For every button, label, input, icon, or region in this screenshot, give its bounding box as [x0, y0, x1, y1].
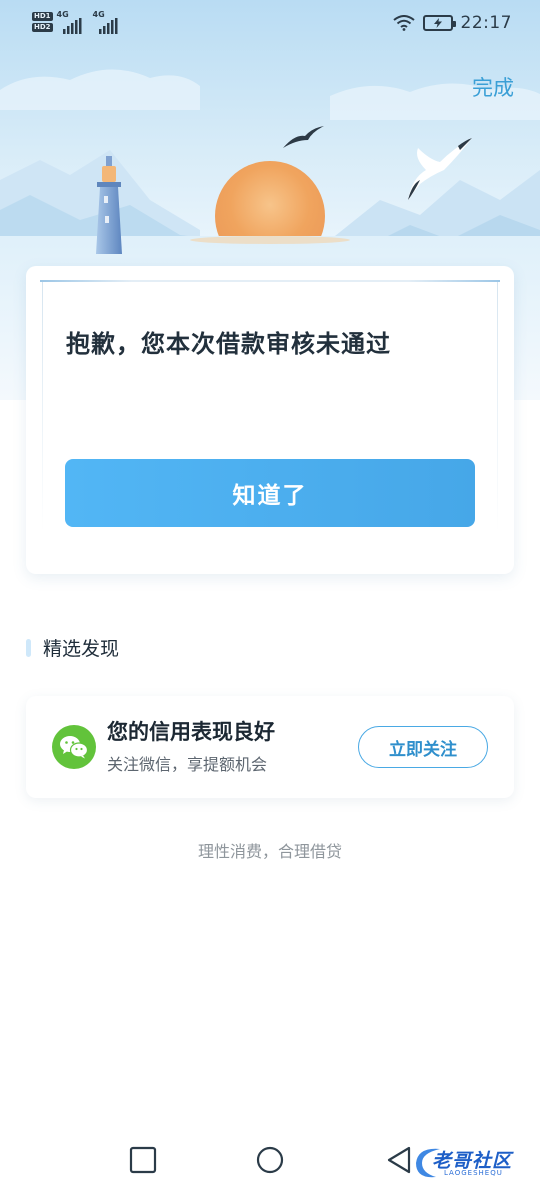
- paper-right-edge: [497, 282, 498, 532]
- promo-title: 您的信用表现良好: [107, 720, 275, 744]
- hd1-tag: HD1: [32, 12, 53, 21]
- paper-left-edge: [42, 282, 43, 532]
- paper-top-edge: [40, 280, 500, 282]
- wifi-icon: [392, 15, 415, 31]
- wechat-icon: [52, 725, 96, 769]
- charging-bolt-icon: [433, 18, 442, 28]
- hd-tags: HD1 HD2: [32, 12, 53, 32]
- status-right-group: 22:17: [392, 13, 513, 33]
- sim-indicators: HD1 HD2 4G 4G: [32, 10, 119, 34]
- result-title: 抱歉，您本次借款审核未通过: [66, 330, 391, 358]
- community-watermark: 老哥社区 LAOGESHEQU: [410, 1143, 528, 1185]
- battery-icon: [422, 15, 456, 31]
- section-title: 精选发现: [43, 638, 120, 660]
- recent-apps-icon[interactable]: [129, 1146, 157, 1174]
- signal-bars-icon: [98, 18, 118, 34]
- cloud-left: [0, 69, 200, 110]
- result-card: 抱歉，您本次借款审核未通过 知道了: [26, 266, 514, 574]
- clock-time: 22:17: [460, 13, 512, 33]
- done-button[interactable]: 完成: [472, 72, 514, 102]
- status-bar: HD1 HD2 4G 4G 22:17: [0, 0, 540, 50]
- sim2-signal: 4G: [93, 10, 119, 34]
- sim1-signal: 4G: [57, 10, 83, 34]
- wechat-promo-card[interactable]: 您的信用表现良好 关注微信，享提额机会 立即关注: [26, 696, 514, 798]
- promo-subtitle: 关注微信，享提额机会: [107, 755, 268, 774]
- hd2-tag: HD2: [32, 23, 53, 32]
- discover-section-header: 精选发现: [26, 634, 119, 661]
- home-icon[interactable]: [256, 1146, 284, 1174]
- signal-bars-icon: [62, 18, 82, 34]
- watermark-subtext: LAOGESHEQU: [444, 1169, 503, 1177]
- back-icon[interactable]: [385, 1146, 413, 1174]
- follow-button[interactable]: 立即关注: [358, 726, 488, 768]
- sun-reflection: [190, 236, 350, 244]
- acknowledge-button[interactable]: 知道了: [65, 459, 475, 527]
- section-marker: [26, 638, 31, 657]
- seagull-small: [283, 126, 324, 148]
- footer-slogan: 理性消费，合理借贷: [197, 842, 342, 861]
